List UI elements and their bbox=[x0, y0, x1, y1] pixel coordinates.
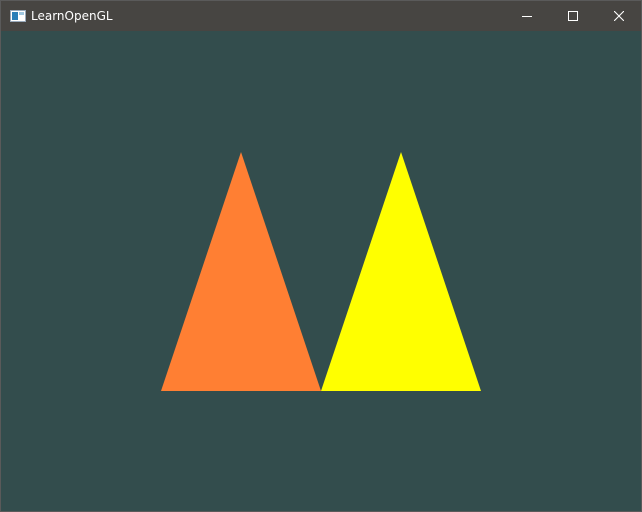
app-icon bbox=[10, 10, 26, 22]
app-window: LearnOpenGL bbox=[0, 0, 642, 512]
scene-canvas bbox=[161, 152, 481, 391]
minimize-icon bbox=[522, 16, 532, 17]
close-button[interactable] bbox=[596, 1, 642, 31]
minimize-button[interactable] bbox=[504, 1, 550, 31]
maximize-icon bbox=[568, 11, 578, 21]
orange-triangle bbox=[161, 152, 321, 391]
close-icon bbox=[614, 11, 624, 21]
title-bar[interactable]: LearnOpenGL bbox=[1, 1, 641, 31]
opengl-viewport bbox=[1, 31, 641, 511]
window-title: LearnOpenGL bbox=[31, 9, 113, 23]
yellow-triangle bbox=[321, 152, 481, 391]
maximize-button[interactable] bbox=[550, 1, 596, 31]
